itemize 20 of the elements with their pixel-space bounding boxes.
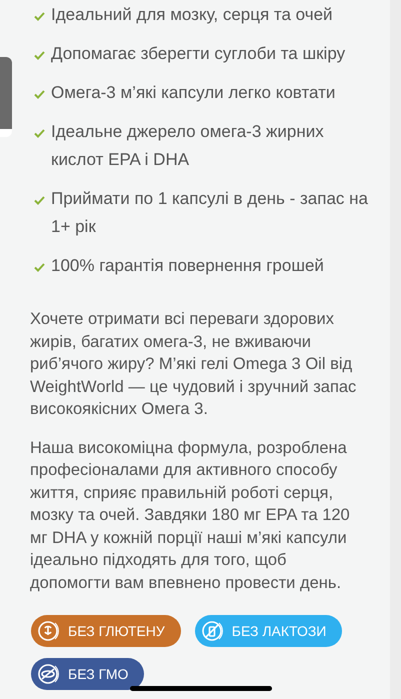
- description-paragraph: Наша високоміцна формула, розроблена професіоналами для активного способу життя, сприяє правильній роботі серця, мозку та очей. Завдяки 180 мг EPA та 120 мг DHA у кожній порції наші м’які капсули ідеально підходять для того, щоб допомогти вам впевнено провести день.: [30, 438, 351, 594]
- feature-badge: БЕЗ ГМО: [31, 658, 144, 690]
- benefit-text: Омега-3 м’які капсули легко ковтати: [51, 82, 336, 104]
- benefit-text: Приймати по 1 капсулі в день - запас на 1+ рік: [51, 188, 369, 238]
- check-icon: [34, 196, 45, 205]
- check-icon: [34, 263, 45, 272]
- feature-badge: БЕЗ ЛАКТОЗИ: [194, 615, 342, 647]
- feature-badge: БЕЗ ГЛЮТЕНУ: [31, 615, 181, 647]
- no-gluten-icon: [36, 619, 60, 643]
- benefit-text: Допомагає зберегти суглоби та шкіру: [51, 43, 346, 65]
- benefit-text: Ідеальне джерело омега-3 жирних кислот EPA і DHA: [51, 121, 325, 171]
- check-icon: [34, 51, 45, 60]
- benefit-text: 100% гарантія повернення грошей: [51, 255, 324, 277]
- no-milk-icon: [200, 619, 224, 643]
- benefit-text: Ідеальний для мозку, серця та очей: [51, 4, 333, 26]
- no-gmo-icon: [36, 662, 60, 686]
- check-icon: [34, 129, 45, 138]
- description-paragraph: Хочете отримати всі переваги здорових жирів, багатих омега-3, не вживаючи риб’ячого жиру? М’які гелі Omega 3 Oil від WeightWorld — це чудовий і зручний запас високоякісних Омега 3.: [30, 309, 358, 420]
- check-icon: [34, 90, 45, 99]
- check-icon: [34, 12, 45, 21]
